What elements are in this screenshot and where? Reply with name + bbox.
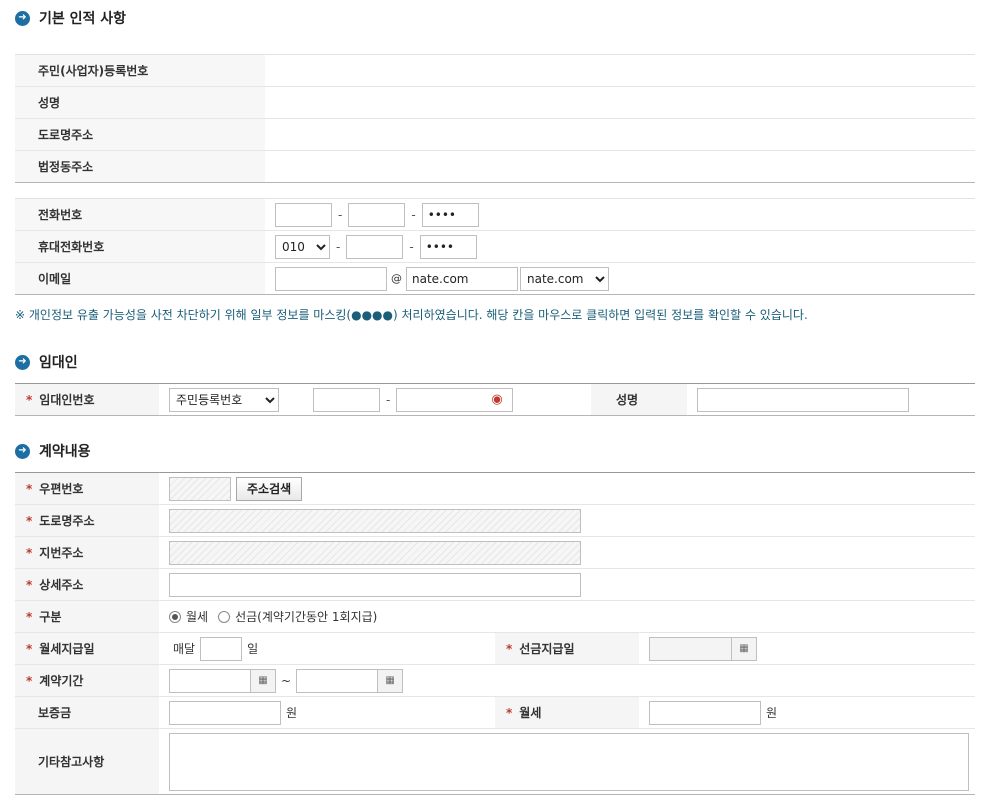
jibun-label: * 지번주소 xyxy=(15,537,159,568)
landlord-id-type-select[interactable]: 주민등록번호 xyxy=(169,387,279,412)
landlord-id-label: * 임대인번호 xyxy=(15,384,159,415)
phone-part2-input[interactable] xyxy=(348,202,406,227)
payday-input[interactable] xyxy=(200,636,243,661)
prepaid-date-input[interactable] xyxy=(649,636,732,661)
required-mark: * xyxy=(506,641,513,656)
email-domain-select[interactable]: nate.com xyxy=(520,266,609,291)
mobile-label: 휴대전화번호 xyxy=(15,231,265,262)
contract-road-label: * 도로명주소 xyxy=(15,505,159,536)
detail-address-label: * 상세주소 xyxy=(15,569,159,600)
mobile-prefix-select[interactable]: 010 xyxy=(275,234,330,259)
name-label: 성명 xyxy=(15,87,265,118)
prepaid-date-label: * 선금지급일 xyxy=(495,633,639,664)
period-label: * 계약기간 xyxy=(15,665,159,696)
calendar-icon[interactable]: ▦ xyxy=(251,668,276,693)
required-mark: * xyxy=(506,705,513,720)
zip-input[interactable] xyxy=(169,476,231,501)
email-id-input[interactable] xyxy=(275,266,387,291)
name-value xyxy=(265,87,275,118)
contract-table: * 우편번호 주소검색 * 도로명주소 * 지번주소 * 상세주소 * 구분 월세 선금(… xyxy=(15,472,975,795)
road-address-value xyxy=(265,119,275,150)
arrow-circle-icon: ➜ xyxy=(15,354,30,370)
memo-textarea[interactable] xyxy=(169,732,969,791)
deposit-unit: 원 xyxy=(286,706,298,720)
address-search-button[interactable]: 주소검색 xyxy=(236,476,303,501)
rent-input[interactable] xyxy=(649,700,761,725)
calendar-icon[interactable]: ▦ xyxy=(378,668,404,693)
required-mark: * xyxy=(26,392,33,407)
section-title-contract-text: 계약내용 xyxy=(39,444,91,460)
period-start-input[interactable] xyxy=(169,668,251,693)
period-separator: ~ xyxy=(281,673,292,688)
type-label: * 구분 xyxy=(15,601,159,632)
memo-label: 기타참고사항 xyxy=(15,729,159,794)
basic-info-table: 주민(사업자)등록번호 성명 도로명주소 법정동주소 xyxy=(15,54,975,183)
type-prepaid-radio[interactable] xyxy=(218,610,231,623)
required-mark: * xyxy=(26,481,33,496)
deposit-input[interactable] xyxy=(169,700,281,725)
required-mark: * xyxy=(26,513,33,528)
required-mark: * xyxy=(26,641,33,656)
contact-table: 전화번호 - - 휴대전화번호 010 - - 이메일 @ nate.com xyxy=(15,198,975,295)
landlord-id-part1-input[interactable] xyxy=(313,387,380,412)
required-mark: * xyxy=(26,577,33,592)
mobile-part2-input[interactable] xyxy=(346,234,404,259)
landlord-name-label: 성명 xyxy=(591,384,687,415)
payday-suffix: 일 xyxy=(247,642,259,656)
id-label: 주민(사업자)등록번호 xyxy=(15,55,265,86)
payday-label: * 월세지급일 xyxy=(15,633,159,664)
required-mark: * xyxy=(26,673,33,688)
type-monthly-radio[interactable] xyxy=(169,610,181,623)
id-value xyxy=(265,55,275,86)
section-title-landlord-text: 임대인 xyxy=(39,355,78,371)
required-mark: * xyxy=(26,545,33,560)
masking-notice: ※ 개인정보 유출 가능성을 사전 차단하기 위해 일부 정보를 마스킹(●●●… xyxy=(15,308,808,322)
section-title-contract: ➜ 계약내용 xyxy=(15,441,91,461)
detail-address-input[interactable] xyxy=(169,572,581,597)
required-mark: * xyxy=(26,609,33,624)
phone-part3-input[interactable] xyxy=(421,202,479,227)
phone-label: 전화번호 xyxy=(15,199,265,230)
email-at: @ xyxy=(391,272,402,285)
section-title-basic-text: 기본 인적 사항 xyxy=(39,11,127,27)
jibun-input[interactable] xyxy=(169,540,581,565)
payday-prefix: 매달 xyxy=(173,642,196,656)
deposit-label: 보증금 xyxy=(15,697,159,728)
calendar-icon[interactable]: ▦ xyxy=(732,636,757,661)
rent-unit: 원 xyxy=(766,706,778,720)
contract-road-input[interactable] xyxy=(169,508,581,533)
phone-part1-input[interactable] xyxy=(275,202,332,227)
mobile-part3-input[interactable] xyxy=(419,234,477,259)
legal-address-value xyxy=(265,151,275,182)
type-monthly-label: 월세 xyxy=(186,610,209,624)
email-label: 이메일 xyxy=(15,263,265,294)
type-prepaid-label: 선금(계약기간동안 1회지급) xyxy=(235,610,378,624)
landlord-name-input[interactable] xyxy=(697,387,909,412)
road-address-label: 도로명주소 xyxy=(15,119,265,150)
arrow-circle-icon: ➜ xyxy=(15,10,30,26)
email-domain-input[interactable] xyxy=(406,266,518,291)
zip-label: * 우편번호 xyxy=(15,473,159,504)
section-title-basic: ➜ 기본 인적 사항 xyxy=(15,8,126,28)
period-end-input[interactable] xyxy=(296,668,379,693)
rent-label: * 월세 xyxy=(495,697,639,728)
section-title-landlord: ➜ 임대인 xyxy=(15,352,78,372)
arrow-circle-icon: ➜ xyxy=(15,443,30,459)
legal-address-label: 법정동주소 xyxy=(15,151,265,182)
landlord-table: * 임대인번호 주민등록번호 - ◉ 성명 xyxy=(15,383,975,416)
eye-icon[interactable]: ◉ xyxy=(491,392,502,407)
